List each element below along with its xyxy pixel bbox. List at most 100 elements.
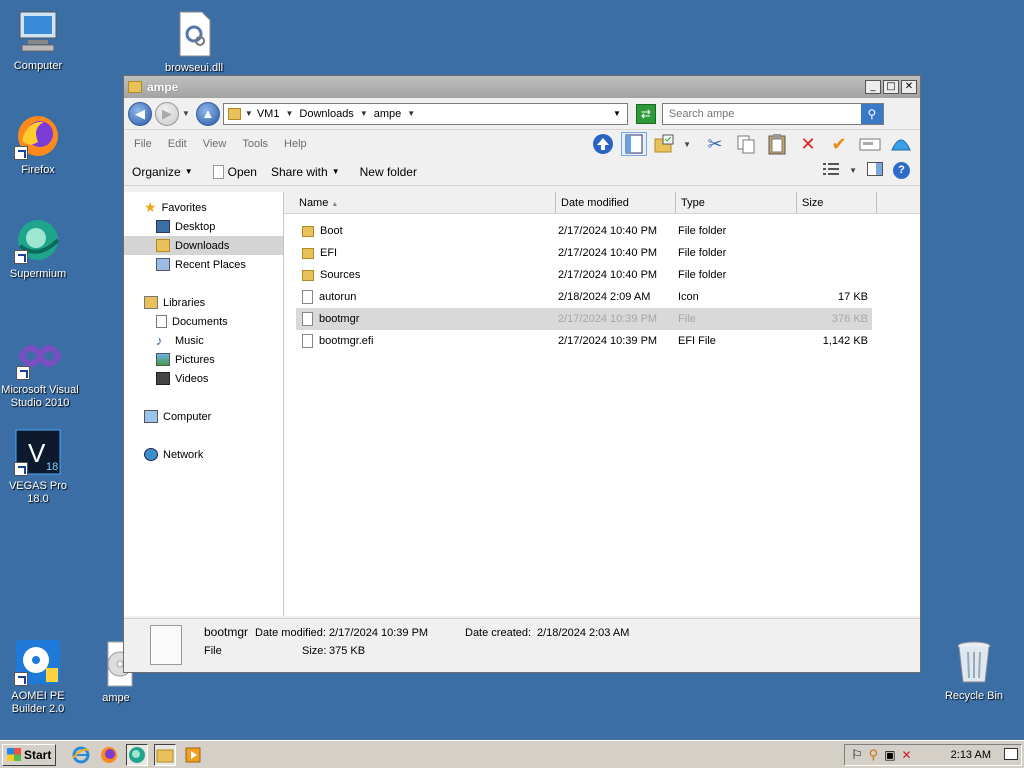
up-folder-icon[interactable]	[590, 132, 616, 156]
shortcut-arrow-icon	[14, 462, 28, 476]
breadcrumb-downloads[interactable]: Downloads	[299, 108, 353, 120]
file-row-efi[interactable]: EFI 2/17/2024 10:40 PM File folder	[296, 242, 872, 264]
nav-libraries[interactable]: Libraries	[124, 293, 283, 312]
address-dropdown-icon[interactable]: ▼	[613, 109, 621, 118]
start-button[interactable]: Start	[2, 743, 57, 766]
share-with-label: Share with	[270, 164, 328, 179]
media-player-icon[interactable]	[182, 744, 204, 766]
desktop-icon-computer[interactable]: Computer	[0, 8, 78, 73]
chevron-down-icon[interactable]: ▼	[849, 166, 857, 175]
menu-tools[interactable]: Tools	[242, 138, 268, 150]
chevron-down-icon[interactable]: ▼	[360, 109, 368, 118]
organize-button[interactable]: Organize ▼	[132, 165, 193, 179]
column-header-type[interactable]: Type	[676, 192, 797, 213]
paste-icon[interactable]	[764, 132, 790, 156]
clock[interactable]: 2:13 AM	[951, 749, 991, 761]
folder-icon	[302, 247, 314, 259]
refresh-button[interactable]: ⇄	[635, 103, 656, 124]
chevron-down-icon[interactable]: ▼	[245, 109, 253, 118]
menu-view[interactable]: View	[203, 138, 227, 150]
preview-pane-toggle-icon[interactable]	[867, 162, 883, 179]
desktop-icon-firefox[interactable]: Firefox	[0, 112, 78, 177]
properties-icon[interactable]: ✔	[826, 132, 852, 156]
nav-label: Network	[163, 448, 204, 461]
title-bar[interactable]: ampe _ □ ✕	[124, 76, 920, 98]
file-row-boot[interactable]: Boot 2/17/2024 10:40 PM File folder	[296, 220, 872, 242]
desktop-icon-recycle-bin[interactable]: Recycle Bin	[934, 638, 1014, 703]
column-header-size[interactable]: Size	[797, 192, 877, 213]
breadcrumb-vm1[interactable]: VM1	[257, 108, 280, 120]
firefox-taskbar-icon[interactable]	[98, 744, 120, 766]
preview-pane-icon[interactable]	[621, 132, 648, 156]
volume-muted-icon[interactable]: ✕	[902, 748, 912, 762]
details-date-modified-label: Date modified:	[255, 627, 326, 639]
nav-desktop[interactable]: Desktop	[124, 217, 283, 236]
cut-icon[interactable]: ✂	[702, 132, 728, 156]
nav-videos[interactable]: Videos	[124, 369, 283, 388]
copy-icon[interactable]	[733, 132, 759, 156]
menu-help[interactable]: Help	[284, 138, 307, 150]
chevron-down-icon[interactable]: ▼	[285, 109, 293, 118]
address-bar-row: ◀ ▶ ▼ ▲ ▼ VM1 ▼ Downloads ▼ ampe ▼ ▼ ⇄ ⚲	[124, 98, 920, 130]
nav-favorites[interactable]: ★ Favorites	[124, 198, 283, 217]
nav-music[interactable]: ♪ Music	[124, 331, 283, 350]
supermium-taskbar-icon[interactable]	[126, 743, 149, 766]
nav-computer[interactable]: Computer	[124, 407, 283, 426]
forward-button[interactable]: ▶	[155, 101, 179, 126]
folder-options-icon[interactable]	[652, 132, 678, 156]
column-header-name[interactable]: Name ▲	[284, 192, 556, 213]
network-tray-icon[interactable]: ▣	[884, 748, 895, 762]
share-with-button[interactable]: Share with ▼	[271, 165, 340, 179]
menu-file[interactable]: File	[134, 138, 152, 150]
details-size-label: Size:	[302, 645, 327, 657]
chevron-down-icon[interactable]: ▼	[683, 140, 691, 149]
nav-label: Documents	[172, 315, 228, 328]
menu-edit[interactable]: Edit	[168, 138, 187, 150]
nav-documents[interactable]: Documents	[124, 312, 283, 331]
nav-pictures[interactable]: Pictures	[124, 350, 283, 369]
file-row-autorun[interactable]: autorun 2/18/2024 2:09 AM Icon 17 KB	[296, 286, 872, 308]
file-type: EFI File	[678, 335, 716, 347]
back-button[interactable]: ◀	[128, 101, 152, 126]
search-icon[interactable]: ⚲	[860, 103, 883, 124]
explorer-taskbar-icon[interactable]	[154, 743, 177, 766]
history-dropdown-icon[interactable]: ▼	[182, 109, 190, 118]
desktop-icon-supermium[interactable]: Supermium	[0, 216, 78, 281]
desktop-icon-visual-studio[interactable]: Microsoft Visual Studio 2010	[0, 332, 82, 410]
help-icon[interactable]: ?	[893, 162, 910, 179]
file-row-sources[interactable]: Sources 2/17/2024 10:40 PM File folder	[296, 264, 872, 286]
column-header-date[interactable]: Date modified	[556, 192, 676, 213]
nav-label: Videos	[175, 372, 209, 385]
breadcrumb-ampe[interactable]: ampe	[374, 108, 402, 120]
nav-recent-places[interactable]: Recent Places	[124, 255, 283, 274]
desktop-icon-vegas-pro[interactable]: V 18 VEGAS Pro 18.0	[0, 428, 78, 506]
internet-explorer-icon[interactable]	[70, 744, 92, 766]
file-row-bootmgr-efi[interactable]: bootmgr.efi 2/17/2024 10:39 PM EFI File …	[296, 330, 872, 352]
file-row-bootmgr[interactable]: bootmgr 2/17/2024 10:39 PM File 376 KB	[296, 308, 872, 330]
pictures-icon	[156, 353, 170, 366]
new-folder-button[interactable]: New folder	[360, 165, 417, 179]
chevron-down-icon[interactable]: ▼	[407, 109, 415, 118]
rename-icon[interactable]	[857, 132, 883, 156]
desktop-icon-browseui[interactable]: browseui.dll	[154, 10, 234, 75]
search-icon[interactable]: ⚲	[869, 747, 879, 763]
desktop-icon-aomei[interactable]: AOMEI PE Builder 2.0	[0, 638, 78, 716]
close-button[interactable]: ✕	[901, 80, 917, 94]
view-options-icon[interactable]	[823, 163, 840, 178]
libraries-icon	[144, 296, 158, 309]
new-folder-label: New folder	[359, 164, 417, 179]
maximize-button[interactable]: □	[883, 80, 899, 94]
minimize-button[interactable]: _	[865, 80, 881, 94]
open-button[interactable]: Open	[212, 164, 257, 179]
file-date: 2/17/2024 10:39 PM	[558, 313, 658, 325]
up-button[interactable]: ▲	[195, 101, 220, 126]
delete-icon[interactable]: ✕	[795, 132, 821, 156]
nav-downloads[interactable]: Downloads	[124, 236, 283, 255]
show-desktop-icon[interactable]	[1004, 748, 1018, 760]
search-input[interactable]	[662, 104, 861, 123]
flag-icon[interactable]: ⚐	[851, 747, 863, 763]
nav-network[interactable]: Network	[124, 445, 283, 464]
shell-icon[interactable]	[888, 132, 914, 156]
address-field[interactable]: ▼ VM1 ▼ Downloads ▼ ampe ▼ ▼	[222, 102, 628, 125]
shortcut-arrow-icon	[16, 366, 30, 380]
